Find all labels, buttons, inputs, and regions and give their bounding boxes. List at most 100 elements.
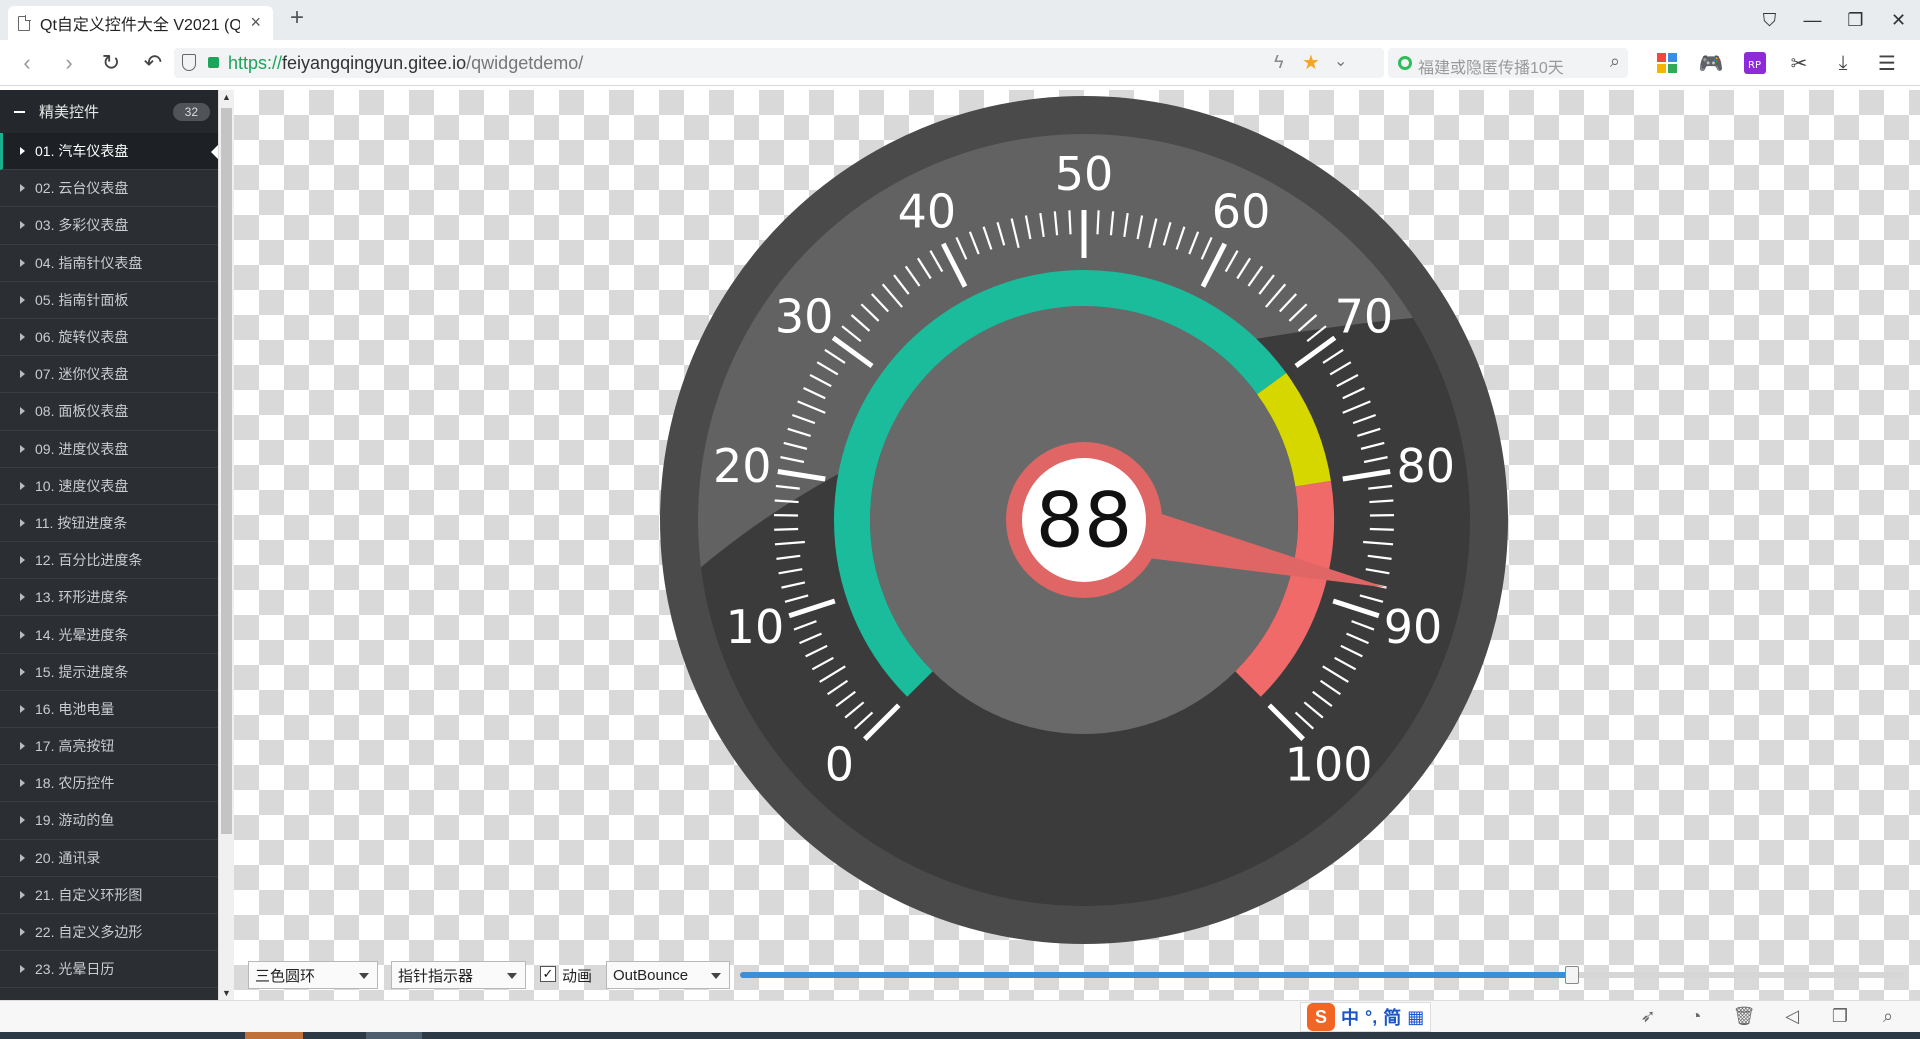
sogou-logo-icon[interactable]: S (1307, 1003, 1335, 1031)
taskbar-item[interactable] (366, 1032, 422, 1039)
download-icon[interactable]: ⤓ (1828, 48, 1858, 78)
ring-style-value: 三色圆环 (255, 967, 316, 985)
navigation-bar: ‹ › ↻ ↶ https://feiyangqingyun.gitee.io/… (0, 40, 1920, 86)
sidebar-item[interactable]: 03. 多彩仪表盘 (0, 207, 218, 245)
easing-combo[interactable]: OutBounce (606, 961, 730, 989)
apps-grid-icon[interactable] (1652, 48, 1682, 78)
undo-close-button[interactable]: ↶ (140, 50, 166, 76)
sidebar-item-label: 21. 自定义环形图 (35, 886, 143, 903)
sidebar-item[interactable]: 20. 通讯录 (0, 840, 218, 877)
value-slider[interactable] (740, 966, 1904, 984)
shield-icon[interactable] (182, 54, 196, 71)
reload-button[interactable]: ↻ (98, 50, 124, 76)
sidebar-scrollbar[interactable]: ▲ ▼ (218, 90, 234, 1000)
animation-checkbox[interactable]: ✓ (540, 966, 556, 982)
menu-icon[interactable]: ☰ (1872, 48, 1902, 78)
ime-punctuation-mode[interactable]: °, (1365, 1007, 1377, 1028)
ime-menu-icon[interactable]: ▦ (1407, 1007, 1424, 1028)
sidebar-item[interactable]: 17. 高亮按钮 (0, 728, 218, 766)
caret-right-icon (20, 928, 25, 937)
trash-icon[interactable]: 🗑 (1732, 1006, 1756, 1027)
pointer-style-combo[interactable]: 指针指示器 (391, 961, 526, 989)
sidebar-item[interactable]: 16. 电池电量 (0, 691, 218, 728)
sidebar-item[interactable]: 14. 光晕进度条 (0, 616, 218, 654)
sidebar-item-label: 06. 旋转仪表盘 (35, 329, 129, 346)
window-icon[interactable]: ❐ (1828, 1006, 1852, 1027)
speaker-icon[interactable]: ◁ (1780, 1006, 1804, 1027)
game-controller-icon[interactable]: 🎮 (1696, 48, 1726, 78)
car-gauge: 0 10 20 30 40 50 60 70 80 90 100 88 (660, 96, 1508, 944)
back-button[interactable]: ‹ (14, 50, 40, 76)
sidebar-item-label: 12. 百分比进度条 (35, 552, 143, 569)
minor-tick (1068, 210, 1072, 235)
speed-icon[interactable]: ◔ (1684, 1006, 1708, 1027)
sidebar-item-label: 19. 游动的鱼 (35, 812, 115, 829)
sidebar-item[interactable]: 10. 速度仪表盘 (0, 468, 218, 505)
sidebar-item[interactable]: 23. 光晕日历 (0, 951, 218, 989)
caret-right-icon (20, 481, 25, 490)
tab-close-icon[interactable]: × (250, 12, 261, 33)
forward-button[interactable]: › (56, 50, 82, 76)
sidebar-item[interactable]: 01. 汽车仪表盘 (0, 133, 218, 171)
sidebar-item[interactable]: 18. 农历控件 (0, 765, 218, 803)
sidebar-item[interactable]: 06. 旋转仪表盘 (0, 319, 218, 357)
sidebar-item-label: 15. 提示进度条 (35, 663, 129, 680)
sidebar-item[interactable]: 22. 自定义多边形 (0, 914, 218, 952)
address-bar[interactable]: https://feiyangqingyun.gitee.io/qwidgetd… (174, 48, 1384, 78)
sidebar-item[interactable]: 08. 面板仪表盘 (0, 393, 218, 431)
scale-label: 80 (1396, 439, 1455, 493)
zoom-icon[interactable]: ⌕ (1876, 1006, 1900, 1027)
bookmark-star-icon[interactable]: ★ (1302, 50, 1320, 75)
caret-right-icon (20, 407, 25, 416)
sidebar: 精美控件 32 01. 汽车仪表盘 02. 云台仪表盘 03. 多彩仪表盘 04. 指… (0, 90, 218, 1000)
sidebar-item[interactable]: 02. 云台仪表盘 (0, 170, 218, 208)
scrollbar-thumb[interactable] (221, 108, 232, 834)
search-box[interactable]: 福建或隐匿传播10天 ⌕ (1388, 48, 1628, 78)
shirt-skin-icon[interactable]: ⛉ (1748, 0, 1791, 40)
sidebar-item[interactable]: 21. 自定义环形图 (0, 877, 218, 914)
close-window-button[interactable]: ✕ (1877, 0, 1920, 40)
ime-simplified-mode[interactable]: 简 (1383, 1004, 1401, 1030)
caret-right-icon (20, 965, 25, 974)
scroll-down-arrow[interactable]: ▼ (222, 988, 231, 998)
caret-right-icon (20, 704, 25, 713)
rp-extension-icon[interactable]: RP (1740, 48, 1770, 78)
lock-icon[interactable] (208, 57, 219, 68)
sidebar-item[interactable]: 07. 迷你仪表盘 (0, 356, 218, 394)
chevron-down-icon[interactable]: ⌄ (1334, 51, 1347, 71)
ime-toolbar[interactable]: S 中 °, 简 ▦ (1300, 1002, 1432, 1032)
chevron-down-icon (359, 973, 369, 979)
easing-value: OutBounce (613, 966, 689, 984)
ring-style-combo[interactable]: 三色圆环 (248, 961, 378, 989)
minimize-button[interactable]: — (1791, 0, 1834, 40)
sidebar-item[interactable]: 04. 指南针仪表盘 (0, 245, 218, 282)
sidebar-item[interactable]: 13. 环形进度条 (0, 579, 218, 617)
scale-label: 20 (713, 439, 772, 493)
ime-chinese-mode[interactable]: 中 (1341, 1004, 1359, 1030)
lightning-icon[interactable]: ϟ (1274, 52, 1284, 73)
taskbar-item[interactable] (245, 1032, 303, 1039)
restore-button[interactable]: ❐ (1834, 0, 1877, 40)
new-tab-button[interactable]: + (290, 4, 304, 32)
url-text[interactable]: https://feiyangqingyun.gitee.io/qwidgetd… (228, 53, 583, 74)
sidebar-item[interactable]: 05. 指南针面板 (0, 282, 218, 319)
scale-label: 50 (1055, 147, 1114, 201)
scroll-up-arrow[interactable]: ▲ (222, 92, 231, 102)
scissors-icon[interactable]: ✂ (1784, 48, 1814, 78)
search-icon[interactable]: ⌕ (1610, 51, 1620, 72)
sidebar-item[interactable]: 12. 百分比进度条 (0, 542, 218, 580)
collapse-icon[interactable] (14, 110, 25, 113)
minor-tick (774, 499, 799, 504)
minor-tick (1369, 499, 1394, 504)
sidebar-item[interactable]: 15. 提示进度条 (0, 654, 218, 691)
caret-right-icon (20, 779, 25, 788)
sidebar-item[interactable]: 09. 进度仪表盘 (0, 431, 218, 468)
status-bar: S 中 °, 简 ▦ ➶ ◔ 🗑 ◁ ❐ ⌕ (0, 1000, 1920, 1032)
sidebar-item[interactable]: 11. 按钮进度条 (0, 505, 218, 543)
sidebar-item[interactable]: 19. 游动的鱼 (0, 802, 218, 840)
preview-canvas: 0 10 20 30 40 50 60 70 80 90 100 88 (234, 90, 1920, 1000)
sidebar-group-header[interactable]: 精美控件 32 (0, 90, 218, 133)
rocket-icon[interactable]: ➶ (1636, 1006, 1660, 1027)
slider-handle[interactable] (1565, 966, 1580, 984)
browser-tab[interactable]: Qt自定义控件大全 V2021 (Q × (8, 6, 273, 40)
